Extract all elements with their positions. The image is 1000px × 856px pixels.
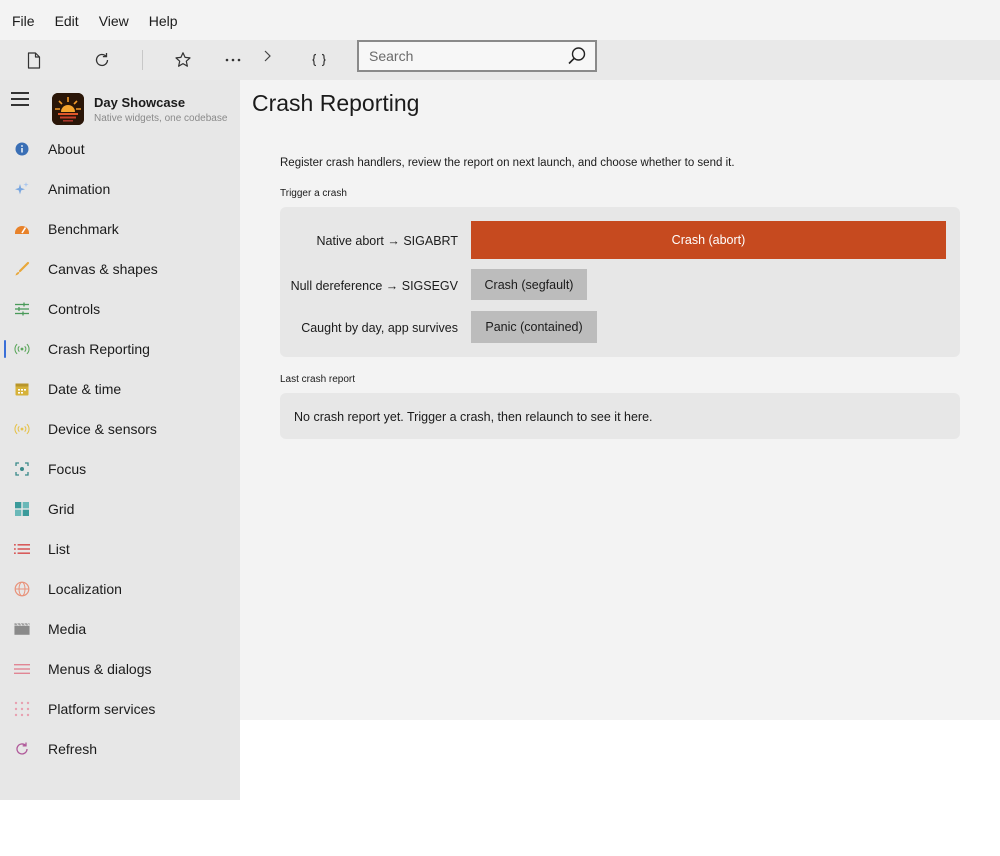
sidebar: Day Showcase Native widgets, one codebas… — [0, 80, 240, 800]
sidebar-item-list[interactable]: List — [0, 531, 240, 567]
toolbar-separator — [142, 50, 143, 70]
broadcast-icon — [14, 341, 30, 357]
sidebar-item-about[interactable]: About — [0, 131, 240, 167]
search-box[interactable] — [357, 40, 597, 72]
clapper-icon — [14, 621, 30, 637]
abort-row-label: Native abort → SIGABRT — [316, 234, 459, 248]
new-file-icon[interactable] — [21, 48, 47, 72]
search-icon[interactable] — [567, 46, 587, 71]
app-subtitle: Native widgets, one codebase — [94, 113, 228, 124]
info-icon — [14, 141, 30, 157]
sensor-icon — [14, 421, 30, 437]
main-content: Crash Reporting Register crash handlers,… — [240, 80, 1000, 720]
sidebar-item-canvas-shapes[interactable]: Canvas & shapes — [0, 251, 240, 287]
app-logo — [52, 93, 84, 125]
sidebar-item-media[interactable]: Media — [0, 611, 240, 647]
crash-report-card: No crash report yet. Trigger a crash, th… — [280, 393, 960, 439]
toolbar — [0, 40, 1000, 80]
sidebar-item-grid[interactable]: Grid — [0, 491, 240, 527]
sparkle-icon — [14, 181, 30, 197]
code-braces-icon[interactable] — [306, 48, 332, 72]
search-input[interactable] — [359, 42, 559, 70]
page-description: Register crash handlers, review the repo… — [280, 157, 735, 169]
crash-abort-button[interactable]: Crash (abort) — [471, 221, 946, 259]
trigger-crash-card: Native abort → SIGABRT Crash (abort) Nul… — [280, 207, 960, 357]
brush-icon — [14, 261, 30, 277]
sidebar-item-controls[interactable]: Controls — [0, 291, 240, 327]
gauge-icon — [14, 221, 30, 237]
crash-segfault-button[interactable]: Crash (segfault) — [471, 269, 587, 300]
globe-icon — [14, 581, 30, 597]
sidebar-item-animation[interactable]: Animation — [0, 171, 240, 207]
more-icon[interactable] — [220, 48, 246, 72]
sidebar-item-platform-services[interactable]: Platform services — [0, 691, 240, 727]
panic-contained-button[interactable]: Panic (contained) — [471, 311, 597, 343]
refresh-circle-icon — [14, 741, 30, 757]
star-icon[interactable] — [170, 48, 196, 72]
crash-report-text: No crash report yet. Trigger a crash, th… — [294, 410, 653, 424]
contained-row-label: Caught by day, app survives — [301, 321, 458, 335]
sidebar-item-refresh[interactable]: Refresh — [0, 731, 240, 767]
dots-grid-icon — [14, 701, 30, 717]
grid-icon — [14, 501, 30, 517]
page-title: Crash Reporting — [252, 90, 420, 116]
calendar-icon — [14, 381, 30, 397]
chevron-right-icon[interactable] — [254, 44, 280, 68]
menu-bar: File Edit View Help — [0, 0, 1000, 40]
segfault-row-label: Null dereference → SIGSEGV — [290, 279, 458, 293]
list-icon — [14, 541, 30, 557]
menu-file[interactable]: File — [2, 0, 45, 40]
menu-help[interactable]: Help — [139, 0, 188, 40]
focus-icon — [14, 461, 30, 477]
sliders-icon — [14, 301, 30, 317]
sidebar-item-device-sensors[interactable]: Device & sensors — [0, 411, 240, 447]
sidebar-item-crash-reporting[interactable]: Crash Reporting — [0, 331, 240, 367]
refresh-icon[interactable] — [89, 48, 115, 72]
menu-lines-icon — [14, 661, 30, 677]
sidebar-item-menus-dialogs[interactable]: Menus & dialogs — [0, 651, 240, 687]
menu-edit[interactable]: Edit — [45, 0, 89, 40]
sidebar-item-focus[interactable]: Focus — [0, 451, 240, 487]
sidebar-item-localization[interactable]: Localization — [0, 571, 240, 607]
trigger-section-label: Trigger a crash — [280, 188, 347, 199]
hamburger-menu-icon[interactable] — [11, 92, 29, 106]
sidebar-item-date-time[interactable]: Date & time — [0, 371, 240, 407]
sidebar-item-benchmark[interactable]: Benchmark — [0, 211, 240, 247]
menu-view[interactable]: View — [89, 0, 139, 40]
app-title: Day Showcase — [94, 95, 186, 110]
report-section-label: Last crash report — [280, 374, 356, 385]
